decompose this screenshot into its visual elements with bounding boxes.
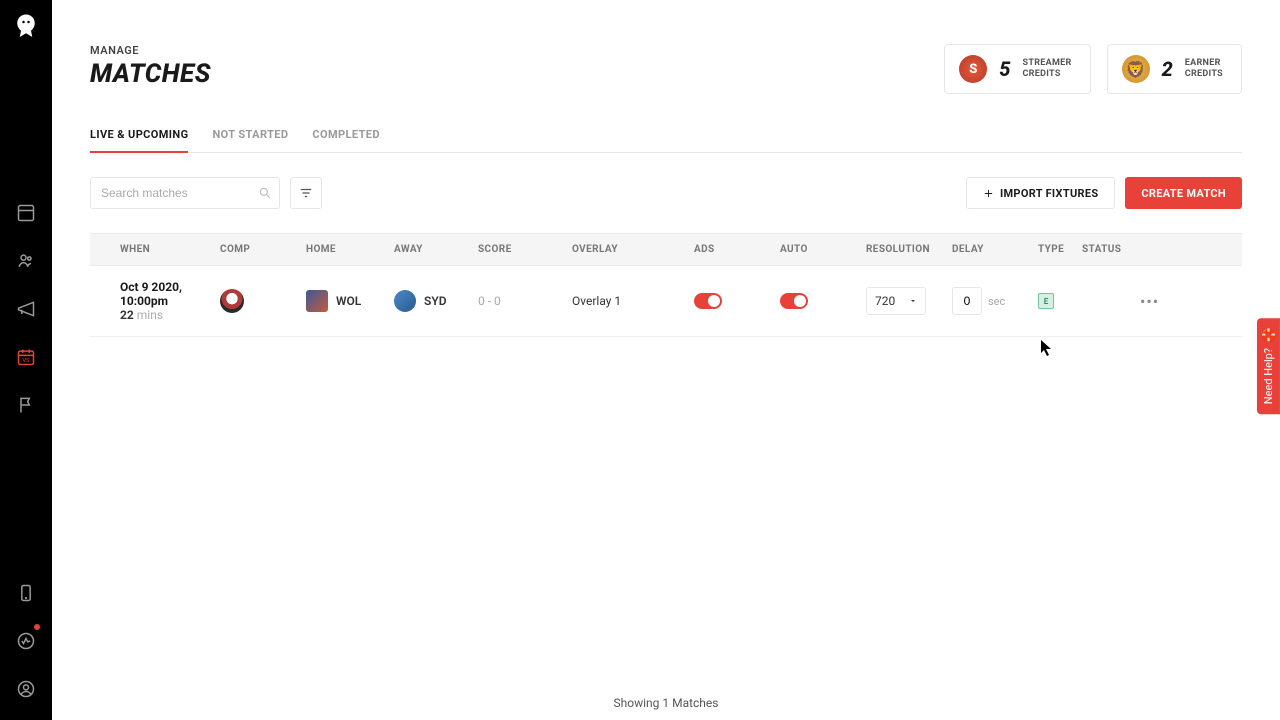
table-row[interactable]: Oct 9 2020, 10:00pm 22 mins WOL SYD [90,266,1242,337]
match-relative-time: 22 mins [120,308,220,322]
search-input[interactable] [90,177,280,209]
svg-text:VS: VS [22,358,30,364]
match-score: 0 - 0 [478,294,572,308]
type-badge: E [1038,293,1054,309]
tab-live-upcoming[interactable]: LIVE & UPCOMING [90,118,188,153]
main-content: MANAGE MATCHES S 5 STREAMERCREDITS 🦁 [52,0,1280,720]
th-ads: ADS [694,244,780,255]
th-type: TYPE [1038,244,1082,255]
th-resolution: RESOLUTION [866,244,952,255]
earner-credits-count: 2 [1162,57,1173,81]
nav-item-matches[interactable]: VS [0,336,52,378]
earner-badge-icon: 🦁 [1122,55,1150,83]
search-icon [258,185,272,204]
away-team-logo-icon [394,290,416,312]
overlay-name[interactable]: Overlay 1 [572,294,694,308]
th-home: HOME [306,244,394,255]
th-status: STATUS [1082,244,1140,255]
delay-input[interactable] [952,287,982,315]
auto-toggle[interactable] [780,293,808,309]
nav-item-dashboard[interactable] [0,192,52,234]
nav-item-activity[interactable] [0,620,52,662]
page-title: MATCHES [90,59,211,89]
tabs: LIVE & UPCOMING NOT STARTED COMPLETED [90,118,1242,153]
chevron-down-icon [909,297,917,305]
delay-unit-label: sec [988,295,1005,308]
nav-item-broadcast[interactable] [0,288,52,330]
plus-icon [983,188,994,199]
th-score: SCORE [478,244,572,255]
th-comp: COMP [220,244,306,255]
th-away: AWAY [394,244,478,255]
nav-item-account[interactable] [0,668,52,710]
tab-not-started[interactable]: NOT STARTED [212,118,288,153]
th-overlay: OVERLAY [572,244,694,255]
nav-item-flag[interactable] [0,384,52,426]
streamer-credits-count: 5 [999,57,1010,81]
th-when: WHEN [90,244,220,255]
matches-table: WHEN COMP HOME AWAY SCORE OVERLAY ADS AU… [90,233,1242,337]
th-auto: AUTO [780,244,866,255]
away-team-code: SYD [424,294,447,308]
help-tab[interactable]: Need Help? 🛟 [1257,318,1280,414]
sidebar: VS [0,0,52,720]
competition-logo-icon [220,289,244,313]
streamer-credits-label: STREAMERCREDITS [1022,58,1071,80]
match-datetime: Oct 9 2020, 10:00pm [120,280,220,308]
nav-item-people[interactable] [0,240,52,282]
results-count: Showing 1 Matches [52,696,1280,710]
streamer-badge-icon: S [959,55,987,83]
notification-dot [34,624,40,630]
app-logo [11,12,41,42]
create-match-button[interactable]: CREATE MATCH [1125,177,1242,209]
row-more-button[interactable]: ••• [1140,292,1159,311]
page-eyebrow: MANAGE [90,44,211,57]
streamer-credits-card[interactable]: S 5 STREAMERCREDITS [944,44,1090,94]
resolution-select[interactable]: 720 [866,287,926,315]
tab-completed[interactable]: COMPLETED [312,118,380,153]
earner-credits-card[interactable]: 🦁 2 EARNERCREDITS [1107,44,1242,94]
th-delay: DELAY [952,244,1038,255]
earner-credits-label: EARNERCREDITS [1185,58,1223,80]
home-team-logo-icon [306,290,328,312]
home-team-code: WOL [336,294,361,308]
import-fixtures-button[interactable]: IMPORT FIXTURES [966,177,1115,209]
table-header: WHEN COMP HOME AWAY SCORE OVERLAY ADS AU… [90,233,1242,266]
nav-item-mobile[interactable] [0,572,52,614]
filter-button[interactable] [290,177,322,209]
help-icon: 🛟 [1261,328,1276,342]
ads-toggle[interactable] [694,293,722,309]
